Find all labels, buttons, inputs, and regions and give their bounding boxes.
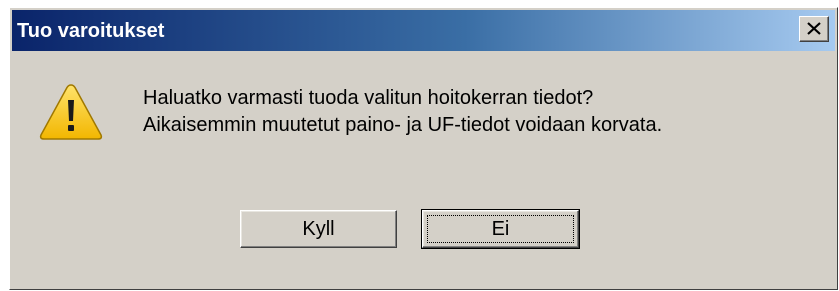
close-icon (807, 22, 821, 35)
window-title: Tuo varoitukset (17, 20, 165, 42)
warning-icon (39, 84, 103, 140)
yes-button[interactable]: Kyll (240, 210, 397, 248)
close-button[interactable] (799, 16, 829, 42)
title-bar[interactable]: Tuo varoitukset (12, 10, 835, 51)
no-button-label: Ei (491, 217, 510, 240)
message-line-2: Aikaisemmin muutetut paino- ja UF-tiedot… (143, 114, 663, 136)
message-text: Haluatko varmasti tuoda valitun hoitoker… (143, 85, 662, 139)
no-button[interactable]: Ei (421, 209, 580, 249)
message-line-1: Haluatko varmasti tuoda valitun hoitoker… (143, 87, 594, 109)
warning-dialog: Tuo varoitukset Haluatko varmasti tuoda … (9, 7, 838, 290)
